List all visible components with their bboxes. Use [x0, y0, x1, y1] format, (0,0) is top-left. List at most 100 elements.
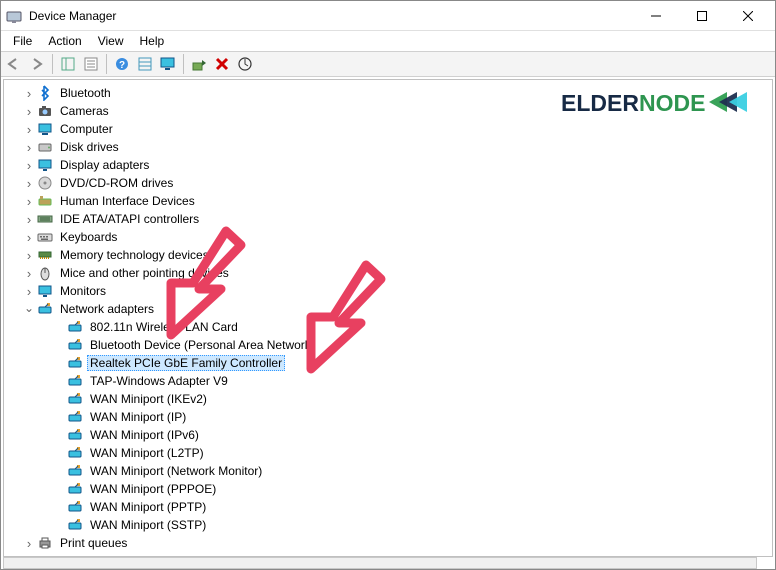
device-category[interactable]: Disk drives: [4, 138, 772, 156]
tree-item-label: 802.11n Wireless LAN Card: [87, 319, 241, 335]
device-category[interactable]: Print queues: [4, 534, 772, 552]
toolbar: ?: [1, 51, 775, 77]
tree-expander-icon: [52, 338, 66, 352]
scan-hardware-button[interactable]: [234, 53, 256, 75]
tree-item-label: Mice and other pointing devices: [57, 265, 232, 281]
device-item[interactable]: WAN Miniport (L2TP): [4, 444, 772, 462]
device-tree[interactable]: BluetoothCamerasComputerDisk drivesDispl…: [4, 80, 772, 556]
device-item[interactable]: WAN Miniport (SSTP): [4, 516, 772, 534]
tree-item-label: Monitors: [57, 283, 109, 299]
menubar: File Action View Help: [1, 31, 775, 51]
device-item[interactable]: 802.11n Wireless LAN Card: [4, 318, 772, 336]
tree-expander-icon[interactable]: [22, 86, 36, 100]
back-button[interactable]: [3, 53, 25, 75]
tree-expander-icon[interactable]: [22, 248, 36, 262]
device-category[interactable]: Network adapters: [4, 300, 772, 318]
tree-expander-icon[interactable]: [22, 158, 36, 172]
tree-item-label: WAN Miniport (IP): [87, 409, 189, 425]
ide-icon: [36, 211, 54, 227]
tree-expander-icon[interactable]: [22, 284, 36, 298]
device-item[interactable]: Realtek PCIe GbE Family Controller: [4, 354, 772, 372]
device-item[interactable]: WAN Miniport (PPTP): [4, 498, 772, 516]
show-hide-console-button[interactable]: [57, 53, 79, 75]
tree-expander-icon: [52, 428, 66, 442]
tree-item-label: WAN Miniport (Network Monitor): [87, 463, 265, 479]
tree-item-label: WAN Miniport (IPv6): [87, 427, 202, 443]
memory-icon: [36, 247, 54, 263]
menu-action[interactable]: Action: [40, 32, 89, 50]
tree-expander-icon[interactable]: [22, 536, 36, 550]
camera-icon: [36, 103, 54, 119]
tree-item-label: Computer: [57, 121, 116, 137]
nic-icon: [66, 499, 84, 515]
device-category[interactable]: Cameras: [4, 102, 772, 120]
device-category[interactable]: Computer: [4, 120, 772, 138]
tree-item-label: Bluetooth: [57, 85, 114, 101]
nic-icon: [66, 355, 84, 371]
window-controls: [633, 1, 771, 31]
tree-expander-icon[interactable]: [22, 104, 36, 118]
tree-expander-icon[interactable]: [22, 176, 36, 190]
device-item[interactable]: TAP-Windows Adapter V9: [4, 372, 772, 390]
toolbar-separator: [52, 54, 53, 74]
hid-icon: [36, 193, 54, 209]
tree-item-label: Display adapters: [57, 157, 152, 173]
device-category[interactable]: IDE ATA/ATAPI controllers: [4, 210, 772, 228]
maximize-button[interactable]: [679, 1, 725, 31]
tree-item-label: WAN Miniport (PPPOE): [87, 481, 219, 497]
window-title: Device Manager: [29, 9, 633, 23]
device-item[interactable]: WAN Miniport (IPv6): [4, 426, 772, 444]
printer-icon: [36, 535, 54, 551]
tree-expander-icon[interactable]: [22, 302, 36, 316]
nic-icon: [66, 319, 84, 335]
help-button[interactable]: ?: [111, 53, 133, 75]
tree-item-label: Network adapters: [57, 301, 157, 317]
computer-icon: [36, 121, 54, 137]
tree-expander-icon: [52, 464, 66, 478]
device-category[interactable]: Mice and other pointing devices: [4, 264, 772, 282]
menu-file[interactable]: File: [5, 32, 40, 50]
close-button[interactable]: [725, 1, 771, 31]
forward-button[interactable]: [26, 53, 48, 75]
device-item[interactable]: Bluetooth Device (Personal Area Network): [4, 336, 772, 354]
minimize-button[interactable]: [633, 1, 679, 31]
toolbar-separator: [183, 54, 184, 74]
display-button[interactable]: [157, 53, 179, 75]
device-category[interactable]: Monitors: [4, 282, 772, 300]
tree-expander-icon[interactable]: [22, 194, 36, 208]
tree-expander-icon[interactable]: [22, 266, 36, 280]
menu-help[interactable]: Help: [132, 32, 173, 50]
tree-item-label: Print queues: [57, 535, 130, 551]
update-driver-button[interactable]: [188, 53, 210, 75]
keyboard-icon: [36, 229, 54, 245]
tree-expander-icon: [52, 320, 66, 334]
menu-view[interactable]: View: [90, 32, 132, 50]
mouse-icon: [36, 265, 54, 281]
svg-text:?: ?: [119, 60, 125, 71]
tree-expander-icon[interactable]: [22, 122, 36, 136]
tree-expander-icon[interactable]: [22, 230, 36, 244]
nic-icon: [66, 517, 84, 533]
tree-item-label: WAN Miniport (L2TP): [87, 445, 207, 461]
bluetooth-icon: [36, 85, 54, 101]
tree-expander-icon[interactable]: [22, 140, 36, 154]
tree-expander-icon: [52, 356, 66, 370]
device-item[interactable]: WAN Miniport (IKEv2): [4, 390, 772, 408]
device-category[interactable]: Human Interface Devices: [4, 192, 772, 210]
titlebar: Device Manager: [1, 1, 775, 31]
uninstall-button[interactable]: [211, 53, 233, 75]
device-category[interactable]: DVD/CD-ROM drives: [4, 174, 772, 192]
device-item[interactable]: WAN Miniport (IP): [4, 408, 772, 426]
device-category[interactable]: Bluetooth: [4, 84, 772, 102]
horizontal-scrollbar[interactable]: [3, 557, 757, 569]
tree-expander-icon[interactable]: [22, 212, 36, 226]
tree-expander-icon: [52, 482, 66, 496]
device-item[interactable]: WAN Miniport (PPPOE): [4, 480, 772, 498]
view-mode-button[interactable]: [134, 53, 156, 75]
device-category[interactable]: Memory technology devices: [4, 246, 772, 264]
device-category[interactable]: Keyboards: [4, 228, 772, 246]
tree-item-label: DVD/CD-ROM drives: [57, 175, 176, 191]
device-item[interactable]: WAN Miniport (Network Monitor): [4, 462, 772, 480]
device-category[interactable]: Display adapters: [4, 156, 772, 174]
properties-button[interactable]: [80, 53, 102, 75]
